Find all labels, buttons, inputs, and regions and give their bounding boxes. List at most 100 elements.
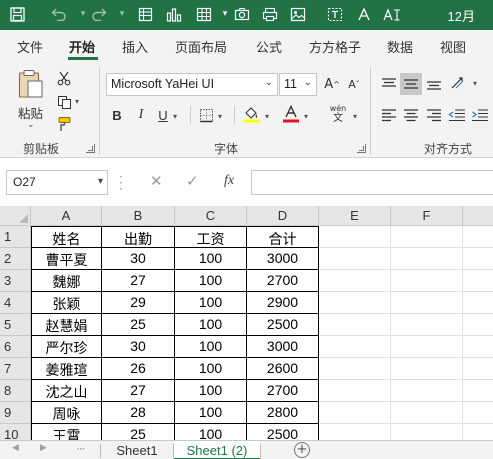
cell[interactable] xyxy=(391,424,463,440)
prev-sheet-icon[interactable]: ◀ xyxy=(12,443,19,453)
cell[interactable] xyxy=(319,314,391,336)
tab-file[interactable]: 文件 xyxy=(17,37,43,56)
paste-button[interactable]: 粘贴 ⌄ xyxy=(12,67,48,133)
column-header-f[interactable]: F xyxy=(391,206,463,226)
row-header[interactable]: 10 xyxy=(0,424,31,440)
sheet-tab-2[interactable]: Sheet1 (2) xyxy=(174,441,260,459)
cell[interactable]: 2800 xyxy=(247,402,319,424)
save-icon[interactable] xyxy=(6,3,28,25)
cell[interactable] xyxy=(391,402,463,424)
fill-color-icon[interactable] xyxy=(242,104,262,124)
cell[interactable]: 2600 xyxy=(247,358,319,380)
underline-button[interactable]: U xyxy=(155,105,171,125)
tab-page-layout[interactable]: 页面布局 xyxy=(175,37,227,56)
cell[interactable]: 王霄 xyxy=(31,424,102,440)
cell[interactable] xyxy=(391,226,463,248)
cell[interactable]: 2500 xyxy=(247,314,319,336)
cell[interactable]: 曹平夏 xyxy=(31,248,102,270)
copy-dropdown-icon[interactable]: ▾ xyxy=(75,97,79,106)
cell[interactable] xyxy=(391,358,463,380)
cell[interactable] xyxy=(319,270,391,292)
cell[interactable] xyxy=(391,248,463,270)
row-header[interactable]: 3 xyxy=(0,270,31,292)
cell[interactable] xyxy=(463,314,493,336)
column-header-a[interactable]: A xyxy=(31,206,102,226)
increase-indent-icon[interactable] xyxy=(469,104,491,126)
cell[interactable]: 沈之山 xyxy=(31,380,102,402)
redo-icon[interactable] xyxy=(88,3,110,25)
picture-icon[interactable] xyxy=(287,3,309,25)
cell[interactable]: 100 xyxy=(175,292,247,314)
cell[interactable]: 魏娜 xyxy=(31,270,102,292)
row-header[interactable]: 7 xyxy=(0,358,31,380)
cell[interactable] xyxy=(391,336,463,358)
phonetic-dropdown-icon[interactable]: ▾ xyxy=(353,112,357,121)
select-all-button[interactable] xyxy=(0,206,31,226)
align-top-icon[interactable] xyxy=(378,73,400,95)
increase-font-size-icon[interactable]: A ^ xyxy=(322,74,342,94)
print-preview-icon[interactable] xyxy=(259,3,281,25)
cell[interactable]: 2900 xyxy=(247,292,319,314)
cell[interactable] xyxy=(463,380,493,402)
cell[interactable]: 100 xyxy=(175,248,247,270)
format-painter-icon[interactable] xyxy=(55,115,73,133)
column-header-b[interactable]: B xyxy=(102,206,175,226)
cell[interactable]: 合计 xyxy=(247,226,319,248)
cell[interactable]: 100 xyxy=(175,358,247,380)
row-header[interactable]: 4 xyxy=(0,292,31,314)
table-icon[interactable] xyxy=(193,3,215,25)
cell[interactable] xyxy=(391,380,463,402)
next-sheet-icon[interactable]: ▶ xyxy=(40,443,47,453)
cell[interactable] xyxy=(319,380,391,402)
cell[interactable]: 25 xyxy=(102,314,175,336)
cell[interactable] xyxy=(463,336,493,358)
column-header-d[interactable]: D xyxy=(247,206,319,226)
align-bottom-icon[interactable] xyxy=(423,73,445,95)
form-icon[interactable] xyxy=(134,3,156,25)
sheet-nav-more-icon[interactable]: ··· xyxy=(76,442,86,456)
align-center-icon[interactable] xyxy=(400,104,422,126)
cell[interactable] xyxy=(391,270,463,292)
chart-icon[interactable] xyxy=(163,3,185,25)
align-left-icon[interactable] xyxy=(378,104,400,126)
cell[interactable] xyxy=(463,424,493,440)
row-header[interactable]: 1 xyxy=(0,226,31,248)
row-header[interactable]: 6 xyxy=(0,336,31,358)
cell[interactable] xyxy=(463,358,493,380)
font-size-icon[interactable] xyxy=(381,3,403,25)
cell[interactable] xyxy=(319,424,391,440)
copy-icon[interactable] xyxy=(55,93,73,111)
cell[interactable] xyxy=(319,336,391,358)
cell[interactable]: 张颖 xyxy=(31,292,102,314)
cell[interactable]: 3000 xyxy=(247,336,319,358)
decrease-font-size-icon[interactable]: Aˇ xyxy=(344,74,364,94)
bold-button[interactable]: B xyxy=(108,105,126,125)
tab-insert[interactable]: 插入 xyxy=(122,37,148,56)
cell[interactable] xyxy=(391,292,463,314)
phonetic-guide-icon[interactable]: wén 文 xyxy=(324,103,352,125)
font-launcher-icon[interactable] xyxy=(357,144,366,153)
camera-icon[interactable] xyxy=(231,3,253,25)
cell[interactable]: 27 xyxy=(102,270,175,292)
sheet-tab-1[interactable]: Sheet1 xyxy=(101,441,173,459)
cell[interactable]: 100 xyxy=(175,380,247,402)
cell[interactable]: 周咏 xyxy=(31,402,102,424)
decrease-indent-icon[interactable] xyxy=(446,104,468,126)
cut-icon[interactable] xyxy=(55,69,73,87)
column-header-c[interactable]: C xyxy=(175,206,247,226)
cell[interactable]: 100 xyxy=(175,424,247,440)
orientation-icon[interactable] xyxy=(448,72,470,94)
cell[interactable]: 100 xyxy=(175,314,247,336)
cell[interactable]: 工资 xyxy=(175,226,247,248)
row-header[interactable]: 5 xyxy=(0,314,31,336)
clipboard-launcher-icon[interactable] xyxy=(86,144,95,153)
cell[interactable]: 2700 xyxy=(247,270,319,292)
formula-bar-grip-icon[interactable]: · · · xyxy=(119,171,123,195)
textbox-icon[interactable] xyxy=(324,3,346,25)
fill-color-dropdown-icon[interactable]: ▾ xyxy=(265,112,269,121)
cell[interactable]: 30 xyxy=(102,336,175,358)
formula-input[interactable] xyxy=(251,170,493,195)
cell[interactable] xyxy=(463,270,493,292)
cell[interactable] xyxy=(319,292,391,314)
cell[interactable] xyxy=(463,248,493,270)
